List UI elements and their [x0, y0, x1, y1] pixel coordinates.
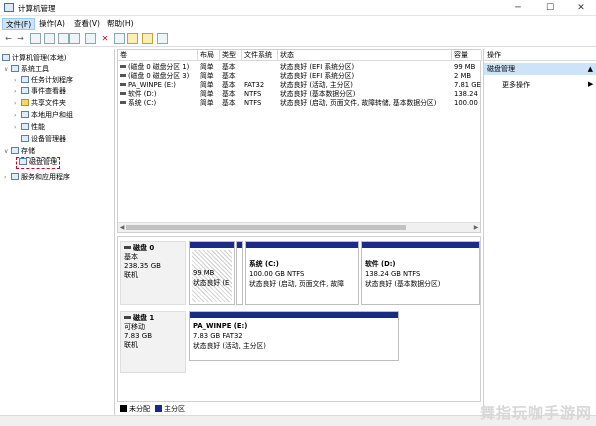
partition-software-d[interactable]: 软件 (D:) 138.24 GB NTFS 状态良好 (基本数据分区) [361, 241, 480, 305]
column-header-layout[interactable]: 布局 [198, 50, 220, 61]
tree-node-disk-management[interactable]: 磁盘管理 [16, 157, 60, 169]
volume-icon [120, 92, 126, 95]
tree-node-root[interactable]: 计算机管理(本地) [2, 53, 66, 63]
tree-node-services[interactable]: › 服务和应用程序 [4, 172, 70, 182]
computer-management-icon [4, 3, 14, 12]
tree-node-performance[interactable]: › 性能 [14, 122, 45, 132]
disk-icon [124, 316, 131, 319]
column-header-filesystem[interactable]: 文件系统 [242, 50, 278, 61]
expand-arrow-icon[interactable]: › [14, 111, 21, 121]
computer-icon [2, 54, 10, 61]
menu-help[interactable]: 帮助(H) [104, 18, 137, 30]
volume-icon [120, 65, 126, 68]
submenu-arrow-icon[interactable]: ▶ [588, 80, 593, 88]
collapse-up-icon[interactable]: ▲ [588, 63, 593, 75]
column-header-status[interactable]: 状态 [278, 50, 452, 61]
expand-arrow-icon[interactable]: › [14, 87, 21, 97]
tree-node-event-viewer[interactable]: › 事件查看器 [14, 86, 66, 96]
partition-reserved[interactable] [236, 241, 243, 305]
view-list-icon[interactable] [157, 33, 168, 44]
tree-node-task-scheduler[interactable]: › 任务计划程序 [14, 75, 73, 85]
checklist-icon[interactable] [114, 33, 125, 44]
legend: 未分配 主分区 [117, 401, 481, 415]
connect-icon[interactable] [85, 33, 96, 44]
menu-view[interactable]: 查看(V) [71, 18, 103, 30]
forward-arrow-icon[interactable]: → [15, 33, 26, 44]
scroll-right-icon[interactable]: ▶ [472, 223, 480, 233]
window-title: 计算机管理 [18, 4, 56, 13]
device-manager-icon [21, 135, 29, 142]
delete-icon[interactable]: ✕ [99, 33, 111, 45]
performance-icon [21, 123, 29, 130]
disk-map-panel: 磁盘 0 基本 238.35 GB 联机 99 MB 状态良好 (E 系统 (C… [117, 236, 481, 415]
clock-icon [21, 76, 29, 83]
close-button[interactable]: ✕ [568, 1, 594, 15]
watermark: 舞指玩咖手游网 [479, 404, 592, 422]
actions-disk-management[interactable]: 磁盘管理 ▲ [484, 63, 596, 75]
collapse-arrow-icon[interactable]: ∨ [4, 65, 11, 75]
tree-node-storage[interactable]: ∨ 存储 [4, 146, 35, 156]
expand-arrow-icon[interactable]: › [14, 76, 21, 86]
toolbox-icon [11, 65, 19, 72]
actions-more-actions[interactable]: 更多操作 [502, 80, 530, 91]
expand-arrow-icon[interactable]: › [14, 99, 21, 109]
legend-label-unallocated: 未分配 [129, 405, 150, 413]
partition-pa-winpe-e[interactable]: PA_WINPE (E:) 7.83 GB FAT32 状态良好 (活动, 主分… [189, 311, 399, 361]
tree-node-device-manager[interactable]: 设备管理器 [21, 134, 66, 144]
disk-icon [124, 246, 131, 249]
volume-list-table: 卷 布局 类型 文件系统 状态 容量 (磁盘 0 磁盘分区 1) 简单 基本 状… [117, 49, 482, 233]
back-arrow-icon[interactable]: ← [3, 33, 14, 44]
scrollbar-thumb[interactable] [126, 225, 406, 230]
actions-title: 操作 [484, 49, 596, 61]
legend-swatch-unallocated [120, 405, 127, 412]
properties-icon[interactable] [58, 33, 69, 44]
minimize-button[interactable]: ─ [505, 1, 531, 15]
tree-node-system-tools[interactable]: ∨ 系统工具 [4, 64, 49, 74]
expand-arrow-icon[interactable]: › [14, 123, 21, 133]
disk-1-label[interactable]: 磁盘 1 可移动 7.83 GB 联机 [120, 311, 186, 373]
maximize-button[interactable]: ☐ [537, 1, 563, 15]
expand-arrow-icon[interactable]: › [4, 173, 11, 183]
legend-swatch-primary [155, 405, 162, 412]
search-folder-icon[interactable] [142, 33, 153, 44]
help-icon[interactable] [69, 33, 80, 44]
menu-file[interactable]: 文件(F) [2, 18, 36, 30]
actions-pane: 操作 磁盘管理 ▲ 更多操作 ▶ [483, 49, 596, 415]
menu-action[interactable]: 操作(A) [36, 18, 68, 30]
partition-efi[interactable]: 99 MB 状态良好 (E [189, 241, 235, 305]
tree-node-local-users[interactable]: › 本地用户和组 [14, 110, 73, 120]
disk-0-label[interactable]: 磁盘 0 基本 238.35 GB 联机 [120, 241, 186, 305]
scroll-left-icon[interactable]: ◀ [118, 223, 126, 233]
column-header-capacity[interactable]: 容量 [452, 50, 482, 61]
menu-bar: 文件(F) 操作(A) 查看(V) 帮助(H) [0, 17, 596, 31]
title-bar: 计算机管理 ─ ☐ ✕ [0, 0, 596, 16]
horizontal-scrollbar[interactable]: ◀ ▶ [118, 222, 480, 232]
up-one-level-icon[interactable] [30, 33, 41, 44]
disk-management-icon [19, 158, 27, 165]
legend-label-primary: 主分区 [164, 405, 185, 413]
navigation-tree: 计算机管理(本地) ∨ 系统工具 › 任务计划程序 › 事件查看器 › 共享文件夹 › 本… [0, 49, 115, 415]
column-header-type[interactable]: 类型 [220, 50, 242, 61]
show-hide-tree-icon[interactable] [44, 33, 55, 44]
column-header-volume[interactable]: 卷 [118, 50, 198, 61]
users-icon [21, 111, 29, 118]
collapse-arrow-icon[interactable]: ∨ [4, 147, 11, 157]
folder-icon [21, 99, 29, 106]
new-folder-icon[interactable] [127, 33, 138, 44]
volume-icon [120, 101, 126, 104]
partition-system-c[interactable]: 系统 (C:) 100.00 GB NTFS 状态良好 (启动, 页面文件, 故… [245, 241, 359, 305]
tree-node-shared-folders[interactable]: › 共享文件夹 [14, 98, 66, 108]
toolbar: ← → ✕ [0, 31, 596, 47]
event-log-icon [21, 87, 29, 94]
services-icon [11, 173, 19, 180]
volume-icon [120, 74, 126, 77]
storage-icon [11, 147, 19, 154]
volume-icon [120, 83, 126, 86]
